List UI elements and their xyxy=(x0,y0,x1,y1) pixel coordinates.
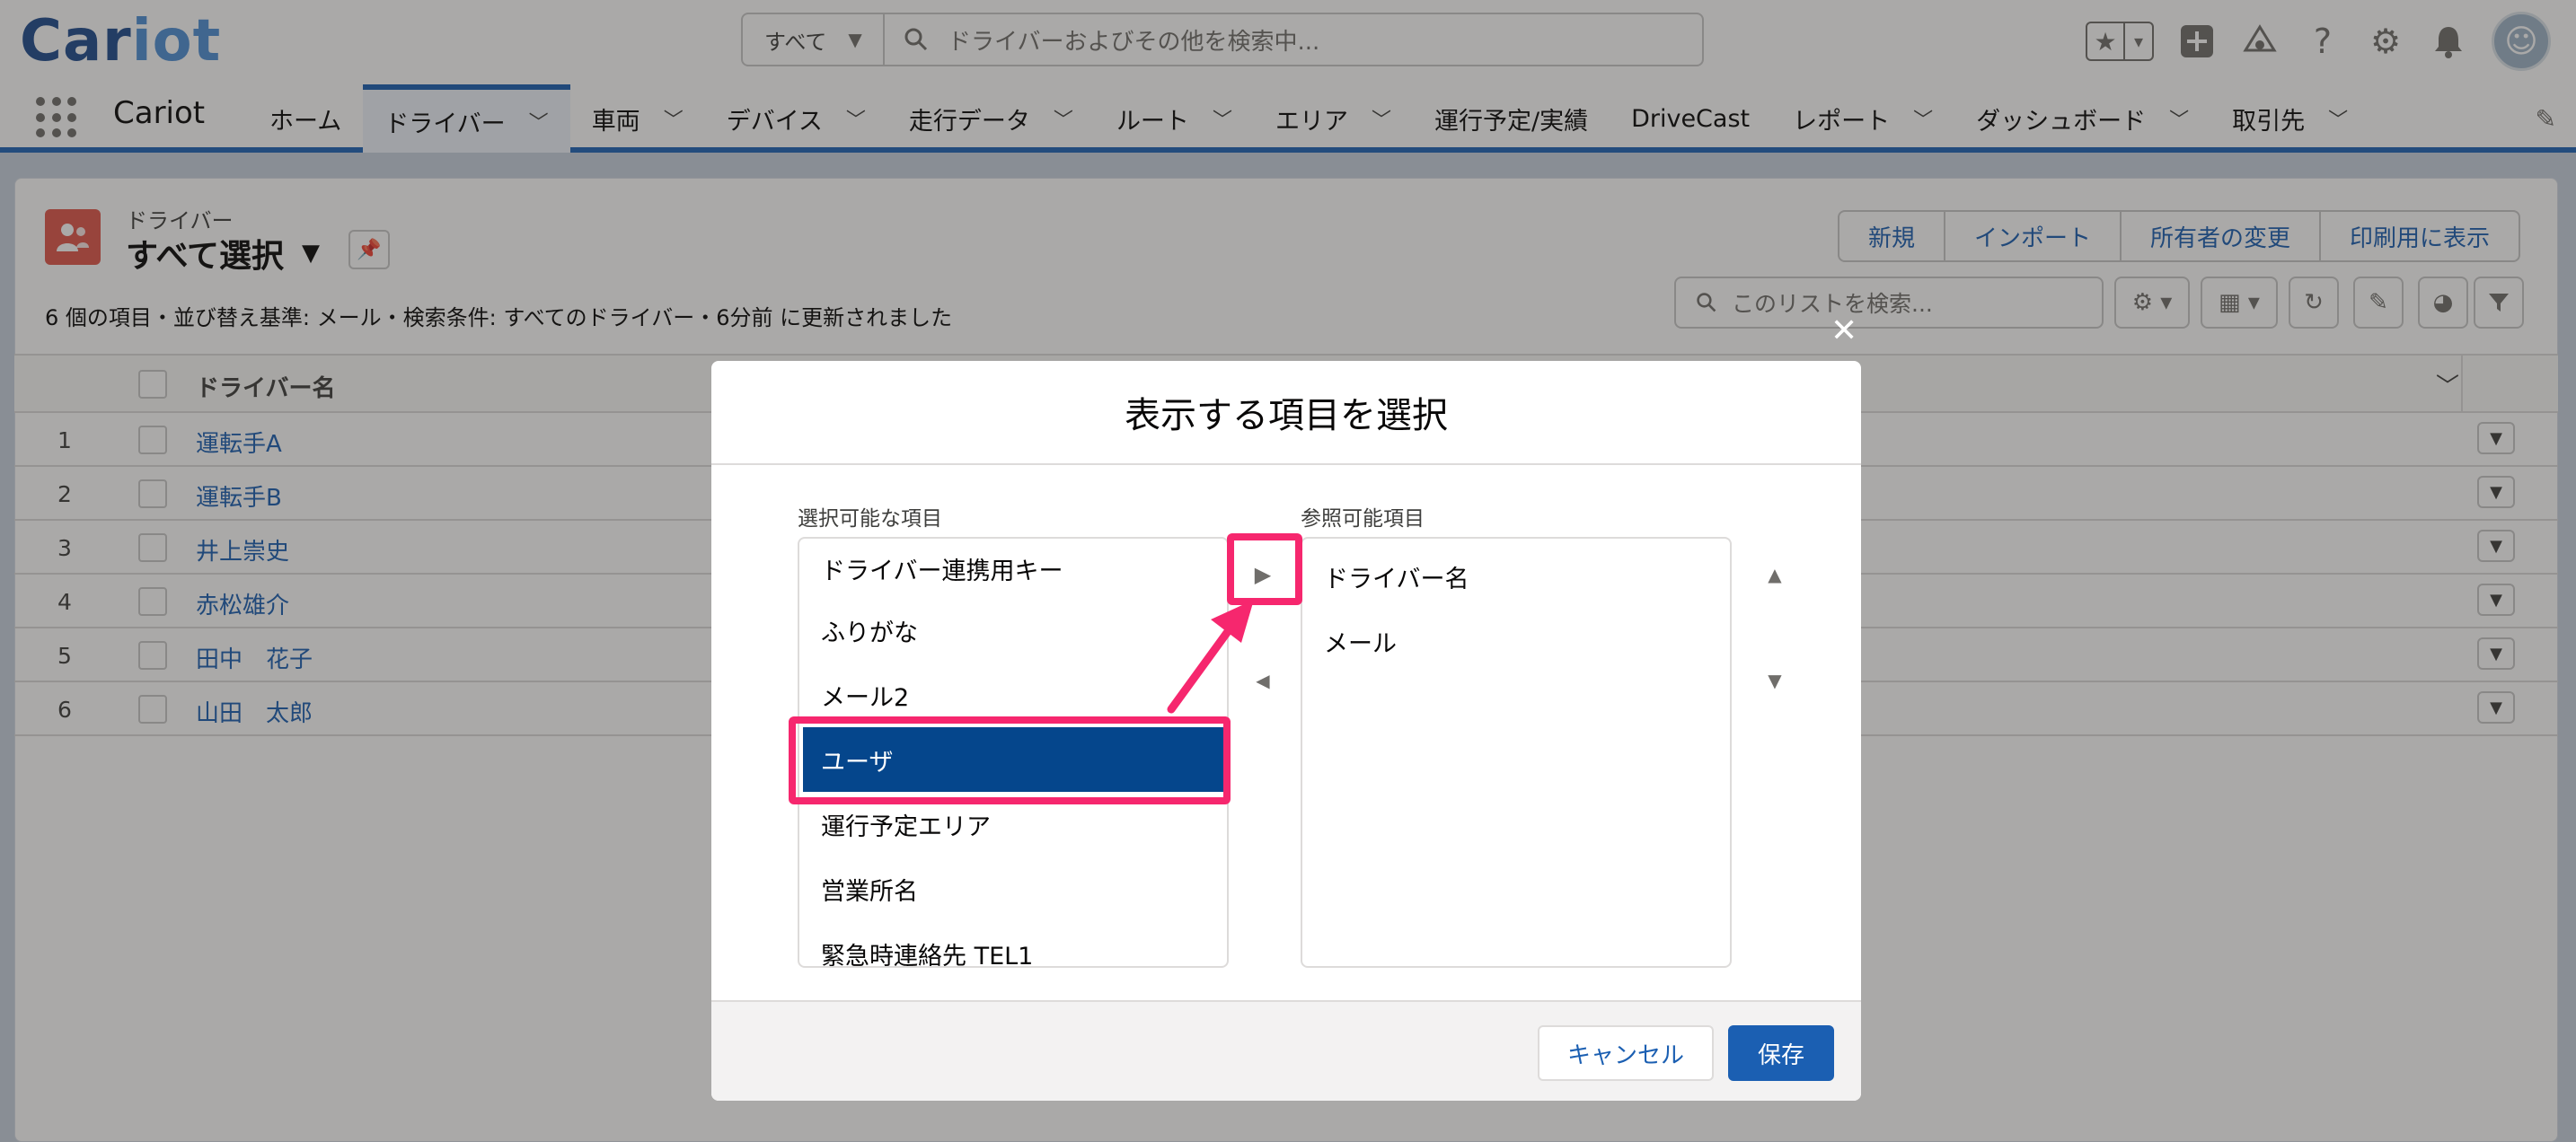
highlight-selected-field xyxy=(789,716,1231,804)
visible-fields-listbox[interactable]: ドライバー名 メール xyxy=(1301,537,1732,968)
save-button[interactable]: 保存 xyxy=(1728,1025,1834,1081)
annotation-arrow-icon xyxy=(1167,600,1254,714)
move-up-icon[interactable]: ▲ xyxy=(1755,555,1795,594)
visible-fields-label: 参照可能項目 xyxy=(1301,507,1425,531)
cancel-button[interactable]: キャンセル xyxy=(1538,1025,1714,1081)
available-field-option[interactable]: 緊急時連絡先 TEL1 xyxy=(799,921,1227,967)
available-field-option[interactable]: ドライバー連携用キー xyxy=(799,539,1227,598)
available-field-option[interactable]: 営業所名 xyxy=(799,856,1227,921)
highlight-move-right-button xyxy=(1227,533,1302,605)
modal-footer: キャンセル 保存 xyxy=(711,1000,1861,1101)
visible-field-option[interactable]: ドライバー名 xyxy=(1302,544,1730,609)
available-fields-label: 選択可能な項目 xyxy=(798,507,942,531)
modal-title: 表示する項目を選択 xyxy=(711,361,1861,465)
available-field-option[interactable]: ふりがな xyxy=(799,598,1227,663)
move-down-icon[interactable]: ▼ xyxy=(1755,661,1795,700)
close-icon[interactable]: ✕ xyxy=(1831,312,1857,349)
visible-field-option[interactable]: メール xyxy=(1302,609,1730,673)
